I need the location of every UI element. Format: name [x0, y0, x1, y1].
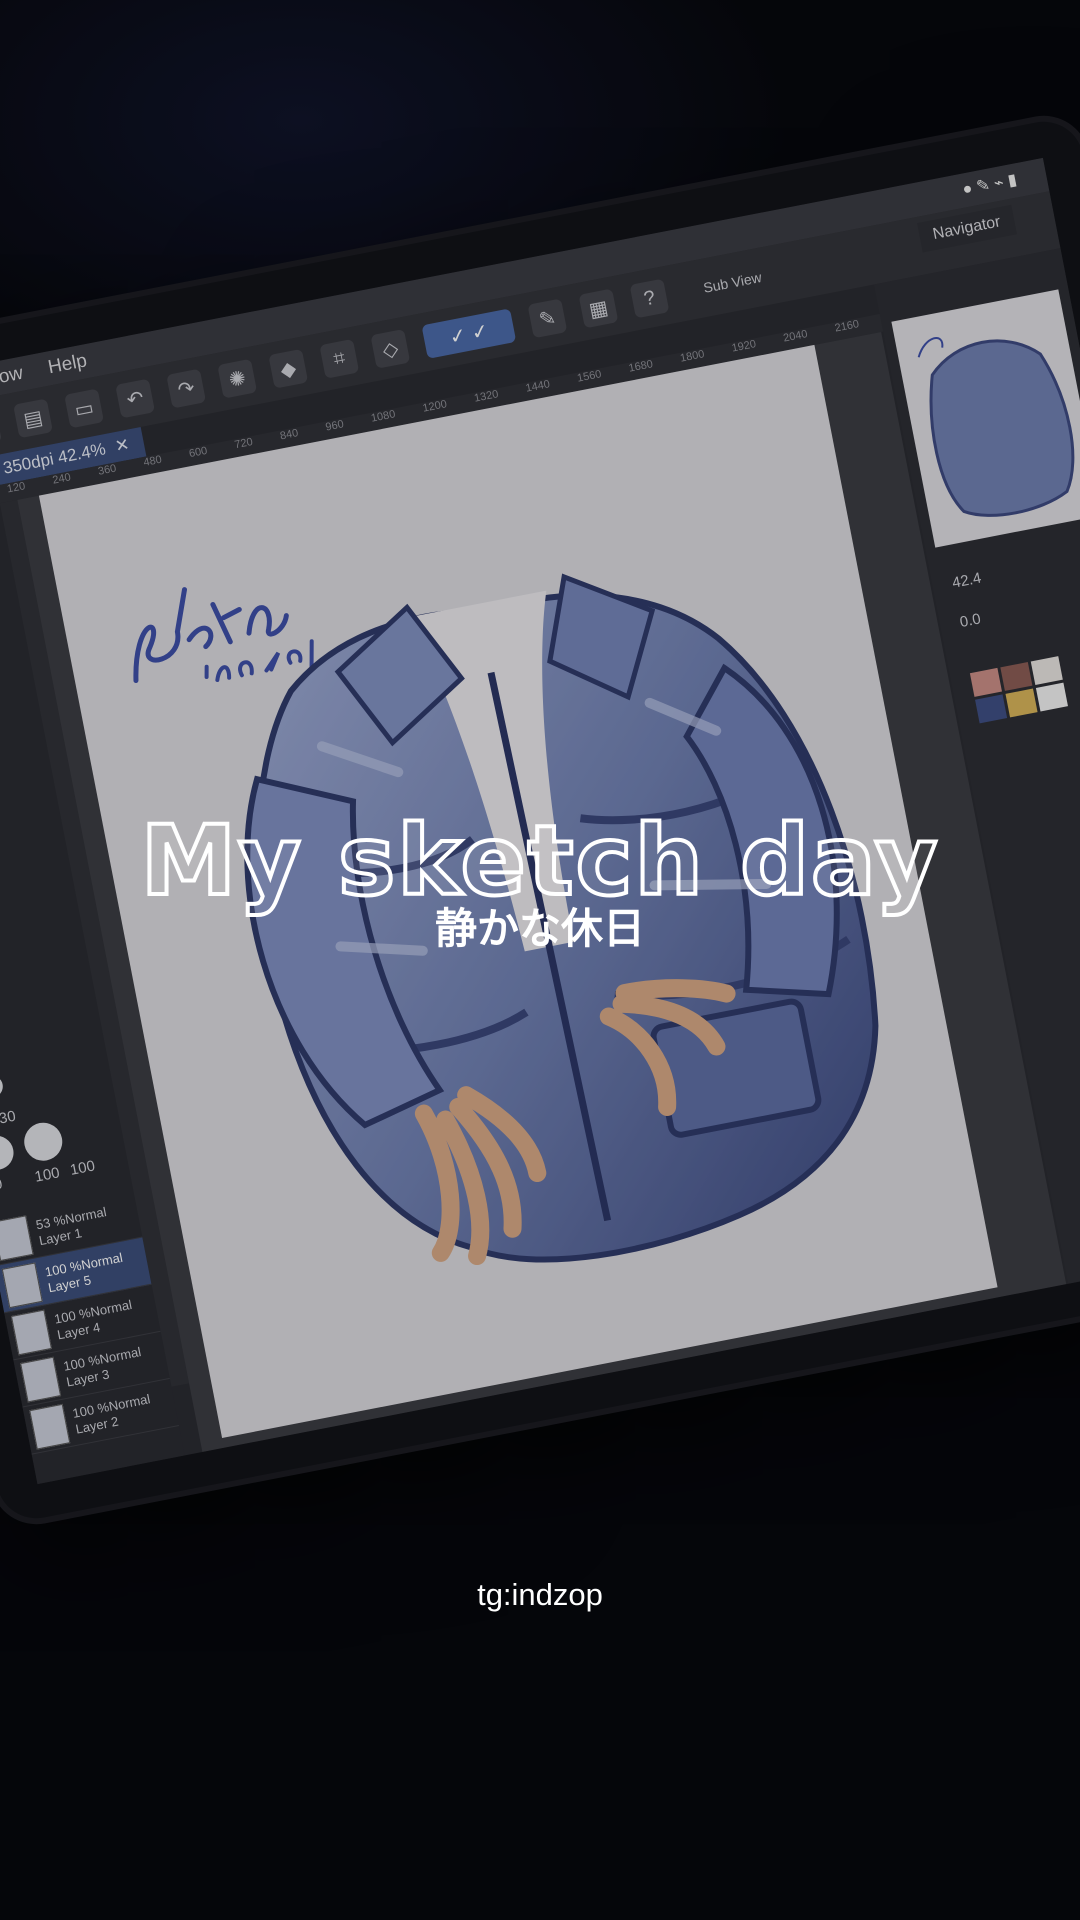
photo-scene: Window Help ● ✎ ⌁ ▮ ▢ ▤ ▭ ↶ ↷ ✺ ◆ ⌗ ◇ ✓ …: [0, 0, 1080, 1920]
overlay-credit: tg:indzop: [477, 1577, 603, 1612]
overlay-subtitle: 静かな休日: [434, 904, 645, 953]
video-dim-overlay: [0, 0, 1080, 1920]
